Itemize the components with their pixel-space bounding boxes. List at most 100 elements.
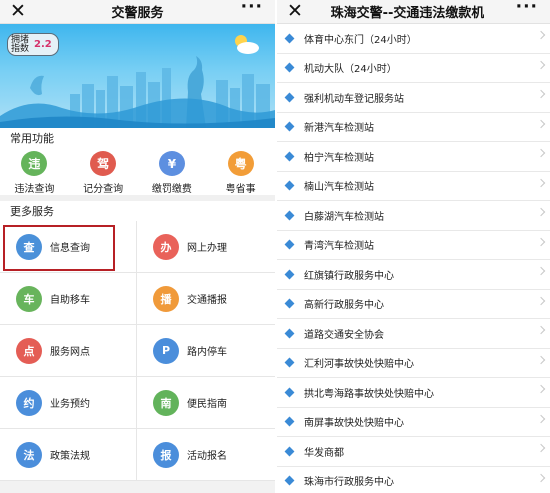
event-signup-icon: 报 bbox=[153, 441, 179, 468]
chevron-right-icon bbox=[536, 148, 546, 158]
common-item-violation-query[interactable]: 违 违法查询 bbox=[0, 148, 69, 195]
chevron-right-icon bbox=[536, 296, 546, 305]
diamond-bullet-icon bbox=[284, 121, 295, 132]
traffic-broadcast-icon: 播 bbox=[153, 285, 179, 312]
online-handle-icon: 办 bbox=[153, 233, 179, 260]
diamond-bullet-icon bbox=[284, 357, 295, 368]
page-title: 珠海交警--交通违法缴款机 bbox=[330, 6, 485, 21]
common-item-label: 记分查询 bbox=[83, 184, 124, 195]
left-titlebar: ✕ 交警服务 ··· bbox=[0, 0, 275, 24]
common-item-yue-sheng-shi[interactable]: 粤 粤省事 bbox=[206, 148, 275, 195]
service-guide[interactable]: 南 便民指南 bbox=[137, 377, 275, 429]
chevron-right-icon bbox=[536, 89, 546, 99]
diamond-bullet-icon bbox=[284, 239, 295, 250]
diamond-bullet-icon bbox=[284, 62, 295, 73]
congestion-index-label: 拥堵指数 bbox=[11, 34, 30, 54]
list-item[interactable]: 青湾汽车检测站 bbox=[277, 231, 550, 260]
service-label: 自助移车 bbox=[50, 295, 90, 306]
road-parking-icon: P bbox=[153, 337, 179, 364]
list-item[interactable]: 拱北粤海路事故快处快赔中心 bbox=[277, 378, 550, 408]
list-item-label: 红旗镇行政服务中心 bbox=[304, 270, 394, 282]
service-appointment[interactable]: 约 业务预约 bbox=[0, 377, 137, 429]
congestion-index-badge[interactable]: 拥堵指数 2.2 bbox=[7, 33, 59, 56]
info-query-icon: 查 bbox=[16, 233, 42, 260]
chevron-right-icon bbox=[536, 473, 546, 482]
list-item-label: 强利机动车登记服务站 bbox=[304, 93, 404, 105]
service-label: 便民指南 bbox=[187, 399, 227, 410]
list-item[interactable]: 白藤湖汽车检测站 bbox=[277, 201, 550, 231]
appointment-icon: 约 bbox=[16, 389, 42, 416]
diamond-bullet-icon bbox=[284, 416, 295, 427]
kiosk-location-list: 体育中心东门（24小时） 机动大队（24小时） 强利机动车登记服务站 新港汽车检… bbox=[277, 24, 550, 493]
common-functions-title: 常用功能 bbox=[0, 128, 275, 148]
service-traffic-broadcast[interactable]: 播 交通播报 bbox=[137, 273, 275, 325]
diamond-bullet-icon bbox=[284, 151, 295, 162]
diamond-bullet-icon bbox=[284, 180, 295, 191]
list-item[interactable]: 华发商都 bbox=[277, 437, 550, 467]
list-item[interactable]: 珠海市行政服务中心 bbox=[277, 467, 550, 493]
list-item-label: 白藤湖汽车检测站 bbox=[304, 211, 384, 223]
list-item-label: 华发商都 bbox=[304, 447, 344, 459]
list-item-label: 柏宁汽车检测站 bbox=[304, 152, 374, 164]
service-road-parking[interactable]: P 路内停车 bbox=[137, 325, 275, 377]
service-label: 网上办理 bbox=[187, 243, 227, 254]
yue-sheng-shi-icon: 粤 bbox=[227, 151, 254, 176]
city-banner[interactable]: 拥堵指数 2.2 bbox=[0, 24, 275, 128]
list-item-label: 机动大队（24小时） bbox=[304, 64, 397, 76]
points-query-icon: 驾 bbox=[90, 151, 117, 176]
diamond-bullet-icon bbox=[284, 446, 295, 457]
guide-compass-icon: 南 bbox=[153, 389, 179, 416]
close-icon[interactable]: ✕ bbox=[287, 1, 303, 21]
diamond-bullet-icon bbox=[284, 387, 295, 398]
list-item[interactable]: 高新行政服务中心 bbox=[277, 290, 550, 319]
right-titlebar: ✕ 珠海交警--交通违法缴款机 ··· bbox=[277, 0, 550, 24]
list-item-label: 楠山汽车检测站 bbox=[304, 182, 374, 194]
list-item[interactable]: 新港汽车检测站 bbox=[277, 113, 550, 142]
service-label: 信息查询 bbox=[50, 243, 90, 254]
services-grid: 查 信息查询 办 网上办理 车 自助移车 播 交通播报 点 服务网点 P 路内停… bbox=[0, 221, 275, 481]
diamond-bullet-icon bbox=[284, 92, 295, 103]
list-item[interactable]: 机动大队（24小时） bbox=[277, 54, 550, 83]
congestion-index-value: 2.2 bbox=[34, 39, 52, 50]
service-event-signup[interactable]: 报 活动报名 bbox=[137, 429, 275, 481]
common-functions-row: 违 违法查询 驾 记分查询 ¥ 缴罚缴费 粤 粤省事 bbox=[0, 148, 275, 201]
service-outlets[interactable]: 点 服务网点 bbox=[0, 325, 137, 377]
service-info-query[interactable]: 查 信息查询 bbox=[0, 221, 137, 273]
service-policy[interactable]: 法 政策法规 bbox=[0, 429, 137, 481]
list-item[interactable]: 汇利河事故快处快赔中心 bbox=[277, 349, 550, 378]
list-item[interactable]: 体育中心东门（24小时） bbox=[277, 24, 550, 54]
chevron-right-icon bbox=[536, 266, 546, 276]
common-item-label: 粤省事 bbox=[225, 184, 256, 195]
list-item-label: 体育中心东门（24小时） bbox=[304, 34, 417, 46]
service-online-handle[interactable]: 办 网上办理 bbox=[137, 221, 275, 273]
list-item[interactable]: 柏宁汽车检测站 bbox=[277, 142, 550, 172]
common-item-label: 缴罚缴费 bbox=[151, 184, 192, 195]
common-item-points-query[interactable]: 驾 记分查询 bbox=[69, 148, 138, 195]
service-label: 业务预约 bbox=[50, 399, 90, 410]
chevron-right-icon bbox=[536, 325, 546, 335]
common-item-fine-payment[interactable]: ¥ 缴罚缴费 bbox=[138, 148, 207, 195]
list-item[interactable]: 楠山汽车检测站 bbox=[277, 172, 550, 201]
service-label: 路内停车 bbox=[187, 347, 227, 358]
more-options-icon[interactable]: ··· bbox=[516, 0, 538, 17]
violation-query-icon: 违 bbox=[21, 151, 48, 176]
service-label: 政策法规 bbox=[50, 451, 90, 462]
policy-gavel-icon: 法 bbox=[16, 441, 42, 468]
service-self-move-car[interactable]: 车 自助移车 bbox=[0, 273, 137, 325]
close-icon[interactable]: ✕ bbox=[10, 1, 26, 21]
chevron-right-icon bbox=[536, 30, 546, 40]
more-options-icon[interactable]: ··· bbox=[241, 0, 263, 17]
fine-payment-icon: ¥ bbox=[158, 151, 185, 176]
list-item[interactable]: 南屏事故快处快赔中心 bbox=[277, 408, 550, 437]
list-item[interactable]: 道路交通安全协会 bbox=[277, 319, 550, 349]
more-services-title: 更多服务 bbox=[0, 201, 275, 221]
diamond-bullet-icon bbox=[284, 328, 295, 339]
list-item[interactable]: 强利机动车登记服务站 bbox=[277, 83, 550, 113]
list-item-label: 新港汽车检测站 bbox=[304, 123, 374, 135]
diamond-bullet-icon bbox=[284, 269, 295, 280]
list-item-label: 道路交通安全协会 bbox=[304, 329, 384, 341]
chevron-right-icon bbox=[536, 237, 546, 246]
chevron-right-icon bbox=[536, 384, 546, 394]
traffic-police-services-screen: ✕ 交警服务 ··· 拥堵指数 2.2 常用功能 违 违法查询 驾 记分查询 ¥… bbox=[0, 0, 275, 493]
list-item[interactable]: 红旗镇行政服务中心 bbox=[277, 260, 550, 290]
